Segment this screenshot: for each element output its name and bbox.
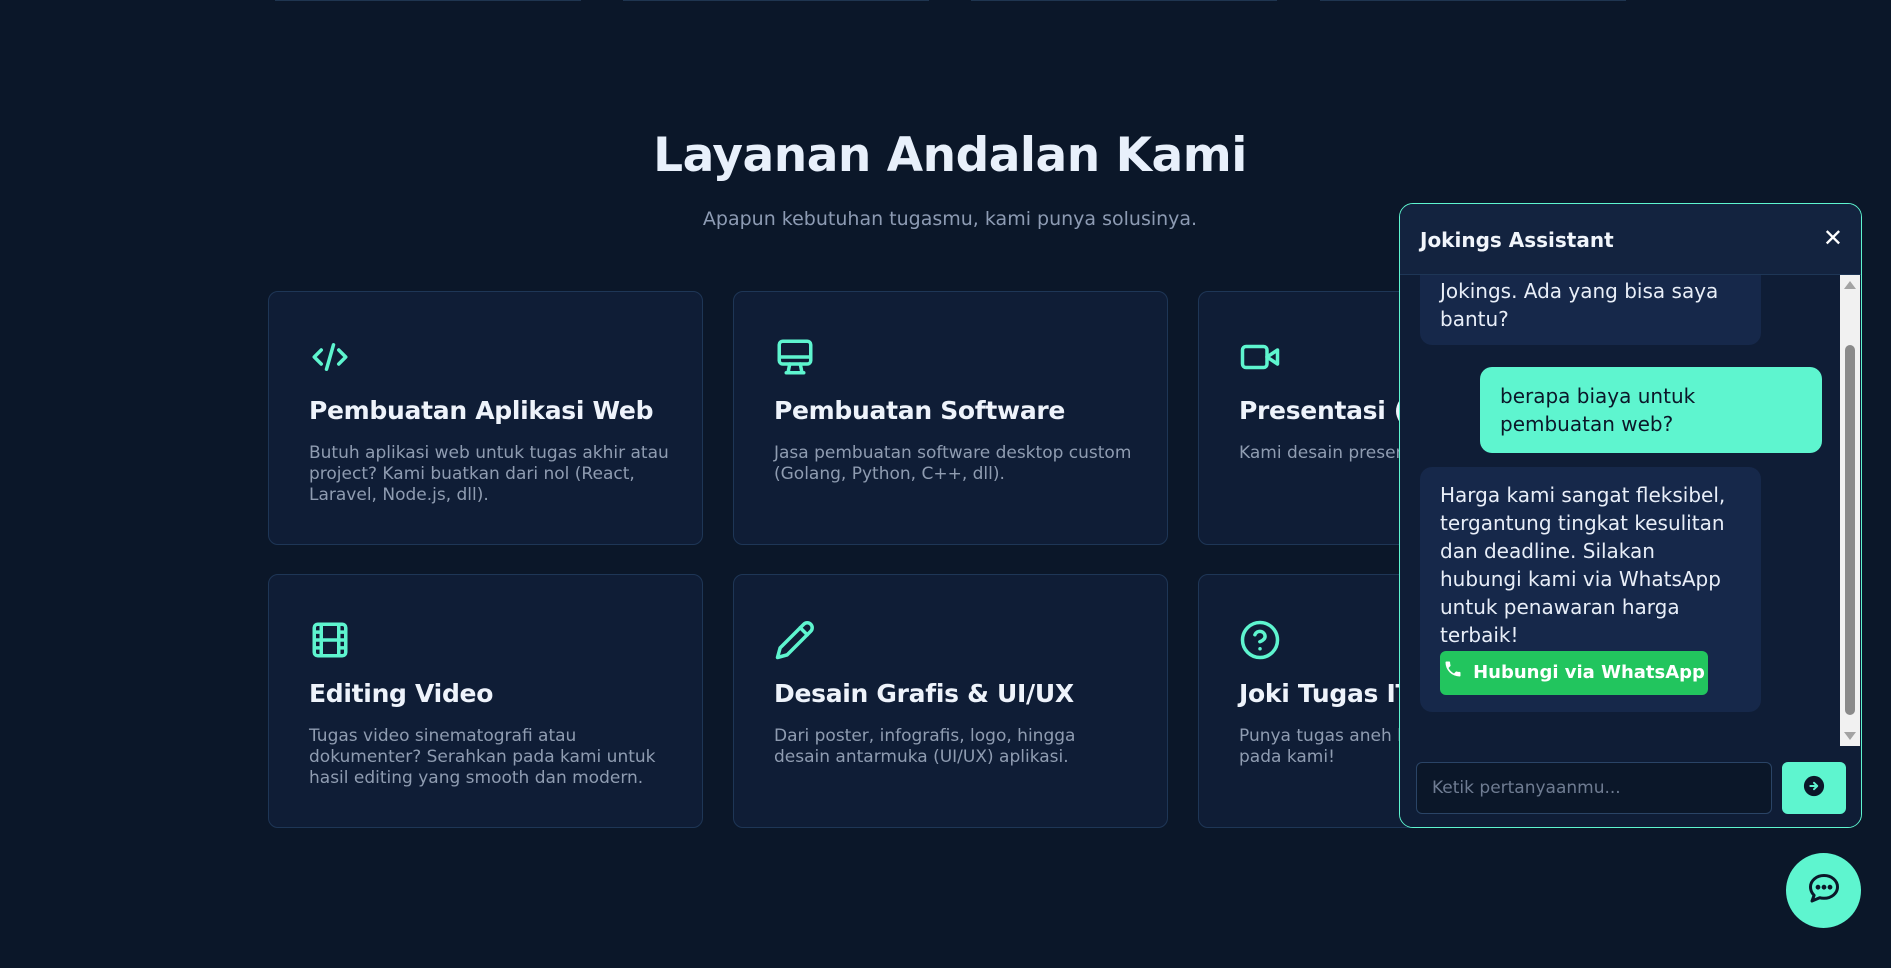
- service-card-software[interactable]: Pembuatan Software Jasa pembuatan softwa…: [733, 291, 1168, 545]
- message-text: Harga kami sangat fleksibel, tergantung …: [1440, 483, 1726, 647]
- chat-toggle-button[interactable]: [1786, 853, 1861, 928]
- bot-message: Jokings. Ada yang bisa saya bantu?: [1420, 275, 1761, 345]
- message-text: Jokings. Ada yang bisa saya bantu?: [1440, 279, 1719, 331]
- scroll-thumb[interactable]: [1845, 345, 1855, 715]
- service-description: Butuh aplikasi web untuk tugas akhir ata…: [309, 443, 669, 505]
- prev-card-edge: [275, 0, 581, 1]
- service-title: Editing Video: [309, 679, 494, 708]
- chat-header: Jokings Assistant ✕: [1400, 204, 1861, 275]
- arrow-right-circle-icon: [1803, 775, 1825, 801]
- bot-message: Harga kami sangat fleksibel, tergantung …: [1420, 467, 1761, 712]
- chat-title: Jokings Assistant: [1420, 228, 1614, 252]
- film-icon: [309, 619, 351, 661]
- chat-widget: Jokings Assistant ✕ Jokings. Ada yang bi…: [1399, 203, 1862, 828]
- chat-input[interactable]: [1416, 762, 1772, 814]
- service-description: Dari poster, infografis, logo, hingga de…: [774, 726, 1076, 767]
- phone-icon: [1443, 659, 1463, 688]
- code-icon: [309, 336, 351, 378]
- prev-card-edge: [1320, 0, 1626, 1]
- whatsapp-button-label: Hubungi via WhatsApp: [1473, 662, 1705, 683]
- scroll-up-arrow-icon[interactable]: [1844, 281, 1856, 289]
- service-description: Tugas video sinematografi atau dokumente…: [309, 726, 656, 788]
- user-message: berapa biaya untuk pembuatan web?: [1480, 367, 1822, 453]
- prev-card-edge: [971, 0, 1277, 1]
- video-camera-icon: [1239, 336, 1281, 378]
- chat-bubble-icon: [1806, 871, 1842, 911]
- send-button[interactable]: [1782, 762, 1846, 814]
- service-card-web[interactable]: Pembuatan Aplikasi Web Butuh aplikasi we…: [268, 291, 703, 545]
- chat-scrollbar[interactable]: [1840, 275, 1860, 746]
- message-text: berapa biaya untuk pembuatan web?: [1500, 384, 1696, 436]
- monitor-icon: [774, 336, 816, 378]
- scroll-down-arrow-icon[interactable]: [1844, 732, 1856, 740]
- service-description: Jasa pembuatan software desktop custom (…: [774, 443, 1132, 484]
- prev-card-edge: [623, 0, 929, 1]
- pencil-icon: [774, 619, 816, 661]
- service-title: Pembuatan Aplikasi Web: [309, 396, 654, 425]
- close-icon[interactable]: ✕: [1823, 224, 1843, 252]
- question-circle-icon: [1239, 619, 1281, 661]
- service-title: Pembuatan Software: [774, 396, 1066, 425]
- chat-footer: [1400, 746, 1861, 827]
- service-card-video[interactable]: Editing Video Tugas video sinematografi …: [268, 574, 703, 828]
- whatsapp-button[interactable]: Hubungi via WhatsApp: [1440, 651, 1708, 695]
- service-card-design[interactable]: Desain Grafis & UI/UX Dari poster, infog…: [733, 574, 1168, 828]
- chat-messages: Jokings. Ada yang bisa saya bantu? berap…: [1400, 275, 1840, 745]
- section-title: Layanan Andalan Kami: [653, 128, 1247, 183]
- service-title: Desain Grafis & UI/UX: [774, 679, 1074, 708]
